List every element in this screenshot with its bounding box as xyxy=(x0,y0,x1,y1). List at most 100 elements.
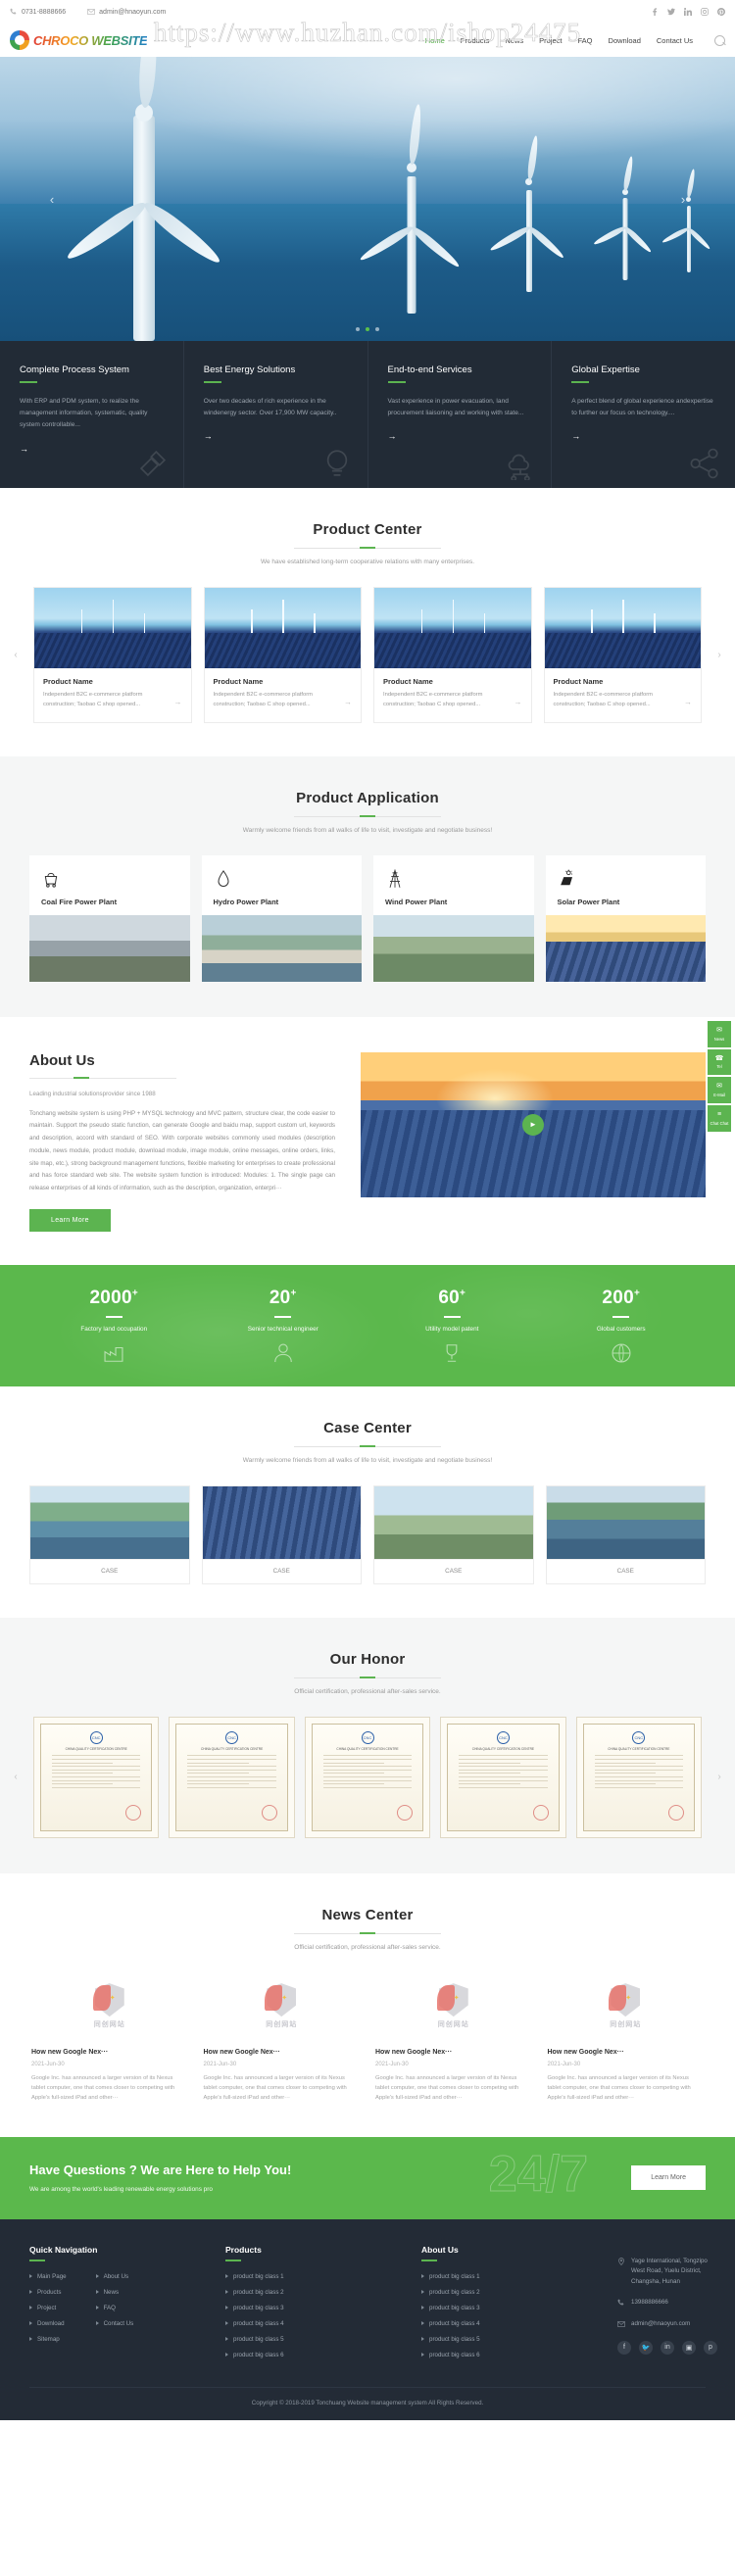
hero-dot-3[interactable] xyxy=(375,327,379,331)
footer-product-link[interactable]: product big class 4 xyxy=(225,2320,421,2327)
feature-card-best-energy-solutions[interactable]: Best Energy Solutions Over two decades o… xyxy=(184,341,368,488)
hero-dots[interactable] xyxy=(0,327,735,331)
case-card[interactable]: CASE xyxy=(201,1484,362,1584)
application-card-wind[interactable]: Wind Power Plant xyxy=(373,854,534,982)
instagram-icon[interactable]: ▣ xyxy=(682,2340,696,2355)
certificate-card[interactable]: CNC CHINA QUALITY CERTIFICATION CENTRE xyxy=(169,1716,295,1838)
product-card[interactable]: Product Name Independent B2C e-commerce … xyxy=(203,587,362,723)
product-arrow[interactable]: → xyxy=(174,698,182,706)
footer-about-link[interactable]: product big class 4 xyxy=(421,2320,617,2327)
footer-product-link[interactable]: product big class 5 xyxy=(225,2336,421,2343)
feature-card-complete-process-system[interactable]: Complete Process System With ERP and PDM… xyxy=(0,341,184,488)
honor-next-button[interactable]: › xyxy=(711,1770,727,1785)
feature-arrow[interactable]: → xyxy=(571,431,580,441)
case-card[interactable]: CASE xyxy=(545,1484,706,1584)
topbar-email[interactable]: admin@hnaoyun.com xyxy=(87,8,166,16)
news-card[interactable]: ✦ 同创网站 How new Google Nex··· 2021-Jun-30… xyxy=(545,1971,706,2104)
honor-prev-button[interactable]: ‹ xyxy=(8,1770,24,1785)
footer-product-link[interactable]: product big class 6 xyxy=(225,2352,421,2358)
cta-learn-more-button[interactable]: Learn More xyxy=(631,2165,706,2191)
footer-link-project[interactable]: Project xyxy=(29,2305,67,2311)
application-card-solar[interactable]: Solar Power Plant xyxy=(545,854,706,982)
certificate-card[interactable]: CNC CHINA QUALITY CERTIFICATION CENTRE xyxy=(440,1716,566,1838)
hero-carousel[interactable]: ‹ › xyxy=(0,57,735,341)
feature-arrow[interactable]: → xyxy=(388,431,397,441)
twitter-icon[interactable] xyxy=(667,8,675,16)
footer-product-link[interactable]: product big class 2 xyxy=(225,2289,421,2296)
news-card[interactable]: ✦ 同创网站 How new Google Nex··· 2021-Jun-30… xyxy=(373,1971,534,2104)
linkedin-icon[interactable]: in xyxy=(661,2340,674,2355)
feature-card-end-to-end-services[interactable]: End-to-end Services Vast experience in p… xyxy=(368,341,553,488)
nav-item-faq[interactable]: FAQ xyxy=(578,36,593,45)
nav-item-home[interactable]: Home xyxy=(425,36,445,45)
pinterest-icon[interactable] xyxy=(717,8,725,16)
linkedin-icon[interactable] xyxy=(684,8,692,16)
footer-link-products[interactable]: Products xyxy=(29,2289,67,2296)
product-next-button[interactable]: › xyxy=(711,647,727,662)
twitter-icon[interactable]: 🐦 xyxy=(639,2340,653,2355)
nav-item-products[interactable]: Products xyxy=(461,36,490,45)
product-card[interactable]: Product Name Independent B2C e-commerce … xyxy=(33,587,192,723)
hero-dot-1[interactable] xyxy=(356,327,360,331)
search-icon[interactable] xyxy=(714,34,725,46)
footer-link-sitemap[interactable]: Sitemap xyxy=(29,2336,67,2343)
certificate-card[interactable]: CNC CHINA QUALITY CERTIFICATION CENTRE xyxy=(33,1716,160,1838)
pinterest-icon[interactable]: p xyxy=(704,2340,717,2355)
footer-link-main-page[interactable]: Main Page xyxy=(29,2273,67,2280)
topbar-phone[interactable]: 0731-8888666 xyxy=(10,8,66,16)
nav-item-download[interactable]: Download xyxy=(609,36,641,45)
side-widget-email[interactable]: ✉ E-Mail xyxy=(708,1077,731,1104)
certificate-card[interactable]: CNC CHINA QUALITY CERTIFICATION CENTRE xyxy=(304,1716,431,1838)
news-card[interactable]: ✦ 同创网站 How new Google Nex··· 2021-Jun-30… xyxy=(201,1971,362,2104)
instagram-icon[interactable] xyxy=(701,8,709,16)
footer-about-link[interactable]: product big class 1 xyxy=(421,2273,617,2280)
side-contact-widget[interactable]: ✉ News ☎ Tel ✉ E-Mail ≡ Chat Chat xyxy=(708,1021,731,1134)
footer-about-link[interactable]: product big class 6 xyxy=(421,2352,617,2358)
product-card[interactable]: Product Name Independent B2C e-commerce … xyxy=(373,587,532,723)
product-card[interactable]: Product Name Independent B2C e-commerce … xyxy=(543,587,702,723)
application-card-coal-fire[interactable]: Coal Fire Power Plant xyxy=(29,854,190,982)
product-arrow[interactable]: → xyxy=(344,698,352,706)
footer-link-about-us[interactable]: About Us xyxy=(95,2273,134,2280)
nav-item-contact-us[interactable]: Contact Us xyxy=(657,36,693,45)
feature-arrow[interactable]: → xyxy=(20,444,28,454)
footer-link-contact-us[interactable]: Contact Us xyxy=(95,2320,133,2327)
about-learn-more-button[interactable]: Learn More xyxy=(29,1208,111,1232)
footer-about-link[interactable]: product big class 3 xyxy=(421,2305,617,2311)
play-icon[interactable]: ► xyxy=(522,1113,544,1136)
news-card[interactable]: ✦ 同创网站 How new Google Nex··· 2021-Jun-30… xyxy=(29,1971,190,2104)
case-card-list: CASE CASE CASE CASE xyxy=(29,1484,706,1584)
application-card-hydro[interactable]: Hydro Power Plant xyxy=(201,854,362,982)
hero-prev-button[interactable]: ‹ xyxy=(41,188,63,210)
side-widget-chat[interactable]: ≡ Chat Chat xyxy=(708,1105,731,1132)
hero-next-button[interactable]: › xyxy=(672,188,694,210)
footer-phone[interactable]: 13988886666 xyxy=(617,2298,717,2309)
product-arrow[interactable]: → xyxy=(514,698,522,706)
footer-link-faq[interactable]: FAQ xyxy=(95,2305,134,2311)
case-card[interactable]: CASE xyxy=(373,1484,534,1584)
footer-about-link[interactable]: product big class 2 xyxy=(421,2289,617,2296)
facebook-icon[interactable] xyxy=(651,8,659,16)
footer-about-link[interactable]: product big class 5 xyxy=(421,2336,617,2343)
case-card[interactable]: CASE xyxy=(29,1484,190,1584)
nav-item-news[interactable]: News xyxy=(505,36,523,45)
footer-email[interactable]: admin@hnaoyun.com xyxy=(617,2319,717,2330)
footer-product-link[interactable]: product big class 3 xyxy=(225,2305,421,2311)
feature-arrow[interactable]: → xyxy=(204,431,213,441)
facebook-icon[interactable]: f xyxy=(617,2340,631,2355)
stats-band: 2000+ Factory land occupation 20+ Senior… xyxy=(0,1264,735,1386)
footer-link-download[interactable]: Download xyxy=(29,2320,67,2327)
footer-link-news[interactable]: News xyxy=(95,2289,134,2296)
site-logo[interactable]: CHROCO WEBSITE xyxy=(10,30,148,50)
nav-item-project[interactable]: Project xyxy=(539,36,562,45)
product-arrow[interactable]: → xyxy=(684,698,692,706)
news-heading: News Center Official certification, prof… xyxy=(0,1907,735,1951)
side-widget-tel[interactable]: ☎ Tel xyxy=(708,1048,731,1076)
hero-dot-2[interactable] xyxy=(366,327,369,331)
product-prev-button[interactable]: ‹ xyxy=(8,647,24,662)
side-widget-news[interactable]: ✉ News xyxy=(708,1021,731,1047)
footer-product-link[interactable]: product big class 1 xyxy=(225,2273,421,2280)
about-video-thumbnail[interactable]: ► xyxy=(361,1051,706,1197)
feature-card-global-expertise[interactable]: Global Expertise A perfect blend of glob… xyxy=(552,341,735,488)
certificate-card[interactable]: CNC CHINA QUALITY CERTIFICATION CENTRE xyxy=(575,1716,703,1838)
